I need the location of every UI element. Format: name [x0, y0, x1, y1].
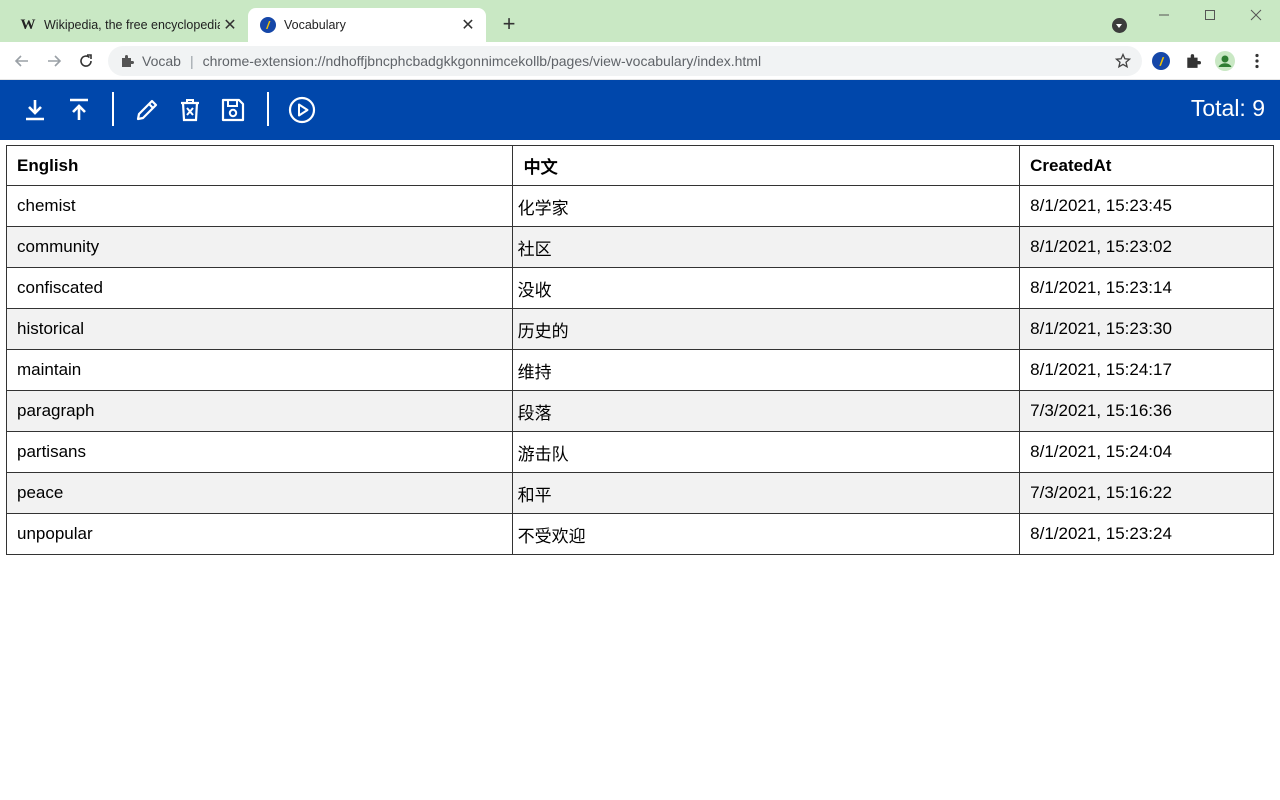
cell-chinese: 维持 — [511, 349, 1021, 391]
download-icon[interactable] — [20, 95, 50, 125]
cell-english: maintain — [6, 349, 513, 391]
table-row[interactable]: confiscated 没收 8/1/2021, 15:23:14 — [6, 267, 1274, 309]
table-row[interactable]: chemist 化学家 8/1/2021, 15:23:45 — [6, 185, 1274, 227]
tab-wikipedia[interactable]: W Wikipedia, the free encyclopedia ✕ — [8, 8, 248, 42]
table-row[interactable]: partisans 游击队 8/1/2021, 15:24:04 — [6, 431, 1274, 473]
cell-english: peace — [6, 472, 513, 514]
cell-created-at: 8/1/2021, 15:23:30 — [1019, 308, 1274, 350]
chrome-menu-icon[interactable] — [1247, 51, 1267, 71]
new-tab-button[interactable]: + — [498, 13, 520, 36]
table-row[interactable]: peace 和平 7/3/2021, 15:16:22 — [6, 472, 1274, 514]
vocabulary-table: English 中文 CreatedAt chemist 化学家 8/1/2021,… — [6, 145, 1274, 555]
close-window-icon[interactable] — [1244, 4, 1268, 28]
close-tab-icon[interactable]: ✕ — [458, 15, 478, 35]
cell-english: historical — [6, 308, 513, 350]
edit-icon[interactable] — [132, 95, 162, 125]
vocab-favicon-icon — [260, 17, 276, 33]
tab-title: Wikipedia, the free encyclopedia — [44, 18, 220, 32]
address-bar[interactable]: Vocab | chrome-extension://ndhoffjbncphc… — [108, 46, 1142, 76]
bookmark-star-icon[interactable] — [1114, 52, 1132, 70]
cell-english: chemist — [6, 185, 513, 227]
cell-created-at: 8/1/2021, 15:23:02 — [1019, 226, 1274, 268]
toolbar-divider — [112, 92, 114, 126]
header-chinese[interactable]: 中文 — [511, 145, 1021, 186]
chip-separator: | — [189, 53, 194, 69]
cell-created-at: 7/3/2021, 15:16:22 — [1019, 472, 1274, 514]
table-header-row: English 中文 CreatedAt — [6, 145, 1274, 186]
tab-vocabulary[interactable]: Vocabulary ✕ — [248, 8, 486, 42]
table-row[interactable]: maintain 维持 8/1/2021, 15:24:17 — [6, 349, 1274, 391]
cell-chinese: 没收 — [511, 267, 1021, 309]
extensions-puzzle-icon[interactable] — [1183, 51, 1203, 71]
cell-english: unpopular — [6, 513, 513, 555]
header-created-at[interactable]: CreatedAt — [1019, 145, 1274, 186]
app-toolbar: Total: 9 — [0, 80, 1280, 140]
delete-icon[interactable] — [175, 95, 205, 125]
table-row[interactable]: historical 历史的 8/1/2021, 15:23:30 — [6, 308, 1274, 350]
table-row[interactable]: paragraph 段落 7/3/2021, 15:16:36 — [6, 390, 1274, 432]
cell-chinese: 和平 — [511, 472, 1021, 514]
cell-english: community — [6, 226, 513, 268]
play-icon[interactable] — [287, 95, 317, 125]
save-icon[interactable] — [218, 95, 248, 125]
extension-puzzle-icon — [120, 54, 134, 68]
cell-chinese: 历史的 — [511, 308, 1021, 350]
cell-english: confiscated — [6, 267, 513, 309]
minimize-icon[interactable] — [1152, 4, 1176, 28]
cell-chinese: 社区 — [511, 226, 1021, 268]
table-body: chemist 化学家 8/1/2021, 15:23:45 community 社区 8… — [6, 185, 1274, 555]
url-text[interactable]: chrome-extension://ndhoffjbncphcbadgkkgo… — [203, 53, 1114, 69]
cell-created-at: 8/1/2021, 15:24:04 — [1019, 431, 1274, 473]
wikipedia-favicon-icon: W — [20, 16, 36, 33]
site-chip: Vocab — [142, 53, 181, 69]
upload-icon[interactable] — [64, 95, 94, 125]
back-icon[interactable] — [12, 51, 32, 71]
tab-title: Vocabulary — [284, 18, 346, 32]
table-row[interactable]: community 社区 8/1/2021, 15:23:02 — [6, 226, 1274, 268]
cell-created-at: 8/1/2021, 15:23:14 — [1019, 267, 1274, 309]
cell-english: partisans — [6, 431, 513, 473]
tab-search-icon[interactable] — [1112, 18, 1127, 33]
close-tab-icon[interactable]: ✕ — [220, 15, 240, 35]
toolbar-divider — [267, 92, 269, 126]
cell-chinese: 化学家 — [511, 185, 1021, 227]
cell-created-at: 8/1/2021, 15:23:24 — [1019, 513, 1274, 555]
profile-avatar-icon[interactable] — [1215, 51, 1235, 71]
tab-strip: W Wikipedia, the free encyclopedia ✕ Voc… — [0, 0, 1280, 42]
total-count: Total: 9 — [1190, 95, 1265, 121]
maximize-icon[interactable] — [1198, 4, 1222, 28]
cell-english: paragraph — [6, 390, 513, 432]
header-english[interactable]: English — [6, 145, 513, 186]
browser-toolbar: Vocab | chrome-extension://ndhoffjbncphc… — [0, 42, 1280, 80]
cell-created-at: 8/1/2021, 15:24:17 — [1019, 349, 1274, 391]
table-row[interactable]: unpopular 不受欢迎 8/1/2021, 15:23:24 — [6, 513, 1274, 555]
cell-created-at: 7/3/2021, 15:16:36 — [1019, 390, 1274, 432]
forward-icon[interactable] — [44, 51, 64, 71]
reload-icon[interactable] — [76, 51, 96, 71]
cell-chinese: 不受欢迎 — [511, 513, 1021, 555]
cell-chinese: 段落 — [511, 390, 1021, 432]
vocab-extension-icon[interactable] — [1151, 51, 1171, 71]
cell-chinese: 游击队 — [511, 431, 1021, 473]
cell-created-at: 8/1/2021, 15:23:45 — [1019, 185, 1274, 227]
